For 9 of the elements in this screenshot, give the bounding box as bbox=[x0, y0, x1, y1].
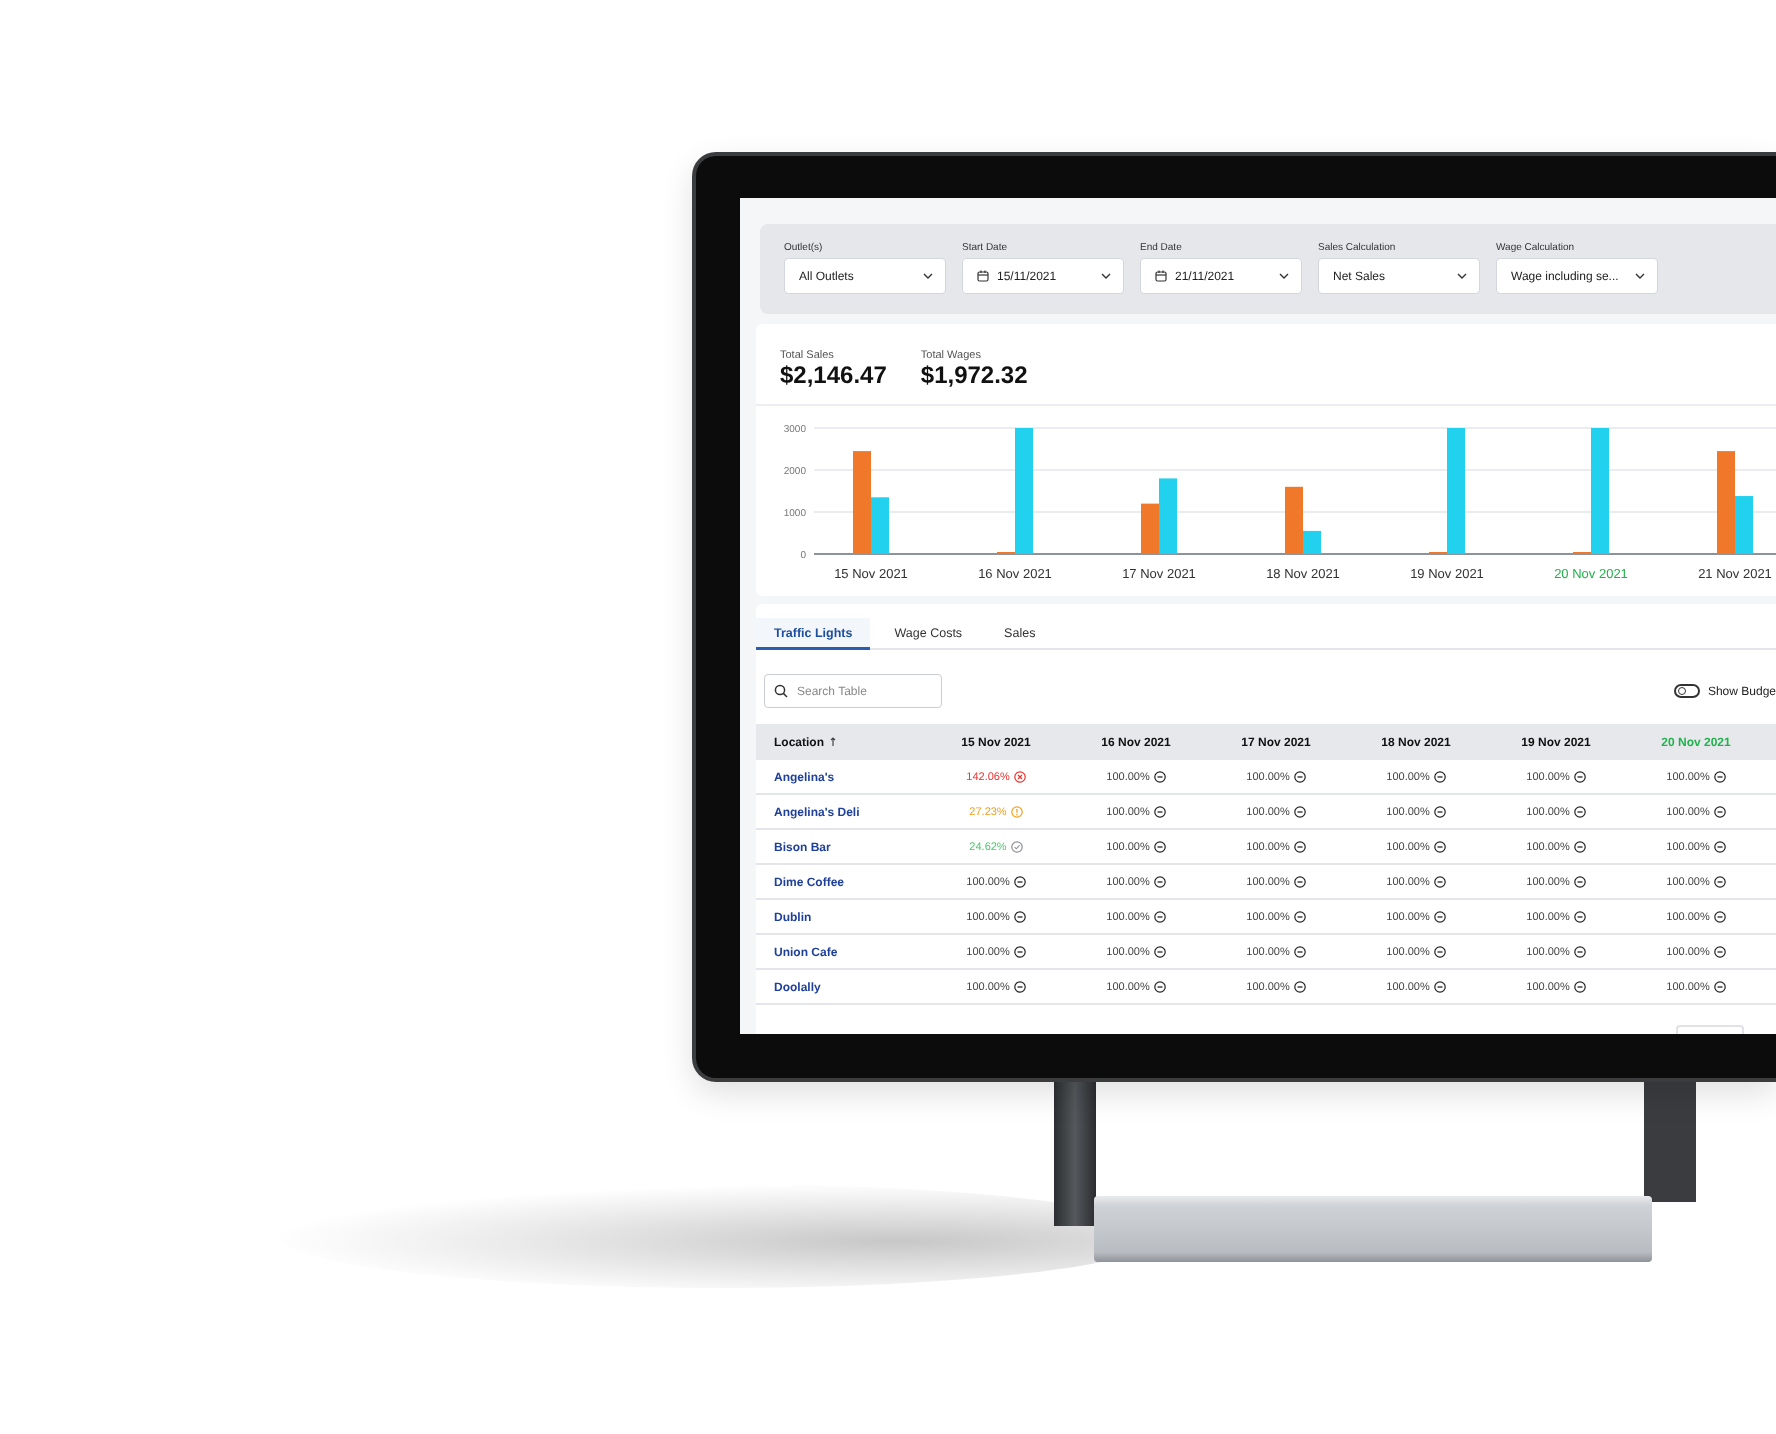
total-value: $2,146.47 bbox=[780, 362, 887, 390]
chevron-down-icon bbox=[1279, 273, 1289, 279]
chevron-down-icon bbox=[923, 273, 933, 279]
search-icon bbox=[774, 684, 788, 698]
total-value: $1,972.32 bbox=[920, 362, 1028, 390]
chevron-down-icon bbox=[1457, 273, 1467, 279]
chevron-down-icon bbox=[1635, 273, 1645, 279]
toggle-switch[interactable] bbox=[1673, 684, 1700, 698]
chevron-down-icon bbox=[1101, 273, 1111, 279]
